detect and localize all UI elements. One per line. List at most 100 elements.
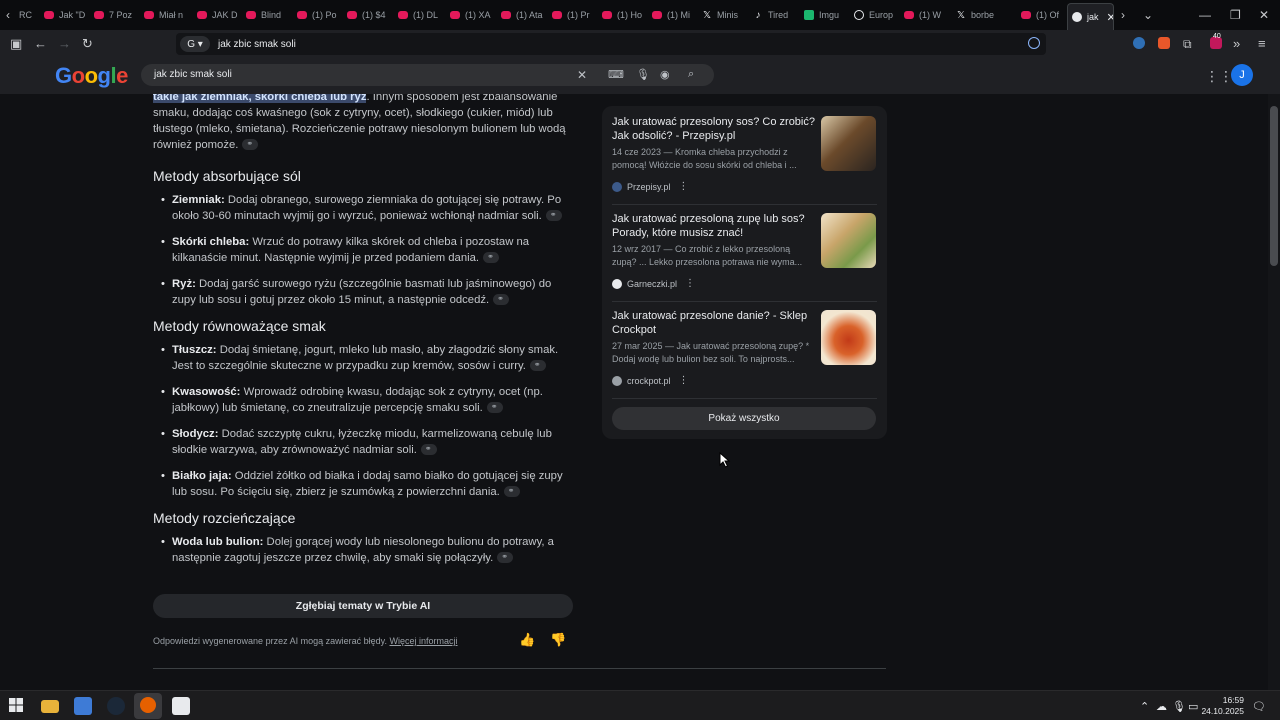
tab-active[interactable]: jak ✕ — [1067, 3, 1114, 30]
source-link-icon[interactable] — [529, 357, 546, 373]
tab-scroll-right-icon[interactable]: › — [1121, 8, 1125, 22]
browser-tab[interactable]: (1) Mi — [648, 3, 696, 27]
browser-tab[interactable]: Imgu — [800, 3, 848, 27]
browser-tab[interactable]: (1) Ho — [598, 3, 646, 27]
keyboard-icon[interactable]: ⌨ — [608, 68, 624, 81]
browser-tab[interactable]: Blind — [242, 3, 290, 27]
browser-tab[interactable]: 𝕏borbe — [952, 3, 1012, 27]
show-all-button[interactable]: Pokaż wszystko — [612, 407, 876, 430]
source-title[interactable]: Jak uratować przesoloną zupę lub sos? Po… — [612, 213, 817, 240]
browser-tab[interactable]: RC — [15, 3, 39, 27]
ai-bullet-item: Słodycz: Dodać szczyptę cukru, łyżeczkę … — [161, 426, 576, 458]
sidebar-toggle-icon[interactable]: ▣ — [10, 36, 22, 52]
source-site[interactable]: Przepisy.pl ⋮ — [612, 181, 688, 192]
clear-icon[interactable]: ✕ — [577, 68, 587, 82]
tab-scroll-left-icon[interactable]: ‹ — [6, 8, 10, 22]
browser-tab[interactable]: (1) Po — [293, 3, 341, 27]
avatar[interactable]: J — [1231, 64, 1253, 86]
search-engine-chip[interactable]: G ▾ — [180, 36, 210, 52]
more-info-link[interactable]: Więcej informacji — [389, 636, 457, 646]
ai-intro-highlight: takie jak ziemniak, skórki chleba lub ry… — [153, 94, 367, 103]
menu-icon[interactable]: ≡ — [1258, 36, 1266, 52]
address-bar[interactable]: G ▾ jak zbic smak soli — [176, 33, 1046, 55]
more-options-icon[interactable]: ⋮ — [678, 181, 688, 192]
address-text[interactable]: jak zbic smak soli — [218, 39, 296, 50]
browser-tab[interactable]: Europ — [850, 3, 898, 27]
source-thumbnail[interactable] — [821, 116, 876, 171]
source-site[interactable]: Garneczki.pl ⋮ — [612, 278, 695, 289]
browser-tab[interactable]: Miał n — [140, 3, 188, 27]
extensions-icon[interactable]: ⧉ — [1183, 36, 1192, 52]
source-item[interactable]: Jak uratować przesolony sos? Co zrobić? … — [612, 116, 877, 206]
browser-tab[interactable]: (1) Of — [1017, 3, 1065, 27]
thumbs-down-icon[interactable]: 👎 — [550, 632, 566, 648]
browser-tab[interactable]: Jak "D — [40, 3, 88, 27]
file-explorer-icon[interactable] — [41, 700, 59, 713]
search-input[interactable]: jak zbic smak soli — [154, 69, 232, 80]
browser-tab[interactable]: 𝕏 Minis — [698, 3, 746, 27]
search-box[interactable]: jak zbic smak soli ✕ ⌨ 🎙 ◉ ⌕ — [141, 64, 714, 86]
forward-icon[interactable]: → — [58, 36, 71, 52]
notifications-icon[interactable]: 🗨 — [1252, 700, 1266, 713]
source-item[interactable]: Jak uratować przesoloną zupę lub sos? Po… — [612, 213, 877, 303]
tab-list-dropdown-icon[interactable]: ⌄ — [1143, 8, 1153, 22]
source-link-icon[interactable] — [493, 291, 510, 307]
browser-tab[interactable]: (1) Ata — [497, 3, 545, 27]
source-thumbnail[interactable] — [821, 213, 876, 268]
overflow-chevron-icon[interactable]: » — [1233, 36, 1240, 52]
steam-icon[interactable] — [107, 697, 125, 715]
app-taskbar-icon[interactable] — [172, 697, 190, 715]
search-icon[interactable]: ⌕ — [688, 68, 694, 81]
page-scrollbar[interactable] — [1268, 94, 1280, 690]
shield-extension-icon[interactable] — [1133, 37, 1145, 49]
source-thumbnail[interactable] — [821, 310, 876, 365]
browser-tab[interactable]: (1) Pr — [548, 3, 596, 27]
browser-tab[interactable]: (1) XA — [446, 3, 494, 27]
microphone-tray-icon[interactable]: 🎙 — [1172, 700, 1186, 713]
youtube-icon — [552, 11, 562, 19]
source-link-icon[interactable] — [483, 249, 500, 265]
thumbs-up-icon[interactable]: 👍 — [519, 632, 535, 648]
source-link-icon[interactable] — [497, 549, 514, 565]
source-link-icon[interactable] — [242, 136, 259, 152]
back-icon[interactable]: ← — [34, 36, 47, 52]
browser-tab[interactable]: (1) DL — [394, 3, 442, 27]
more-options-icon[interactable]: ⋮ — [685, 278, 695, 289]
tab-close-icon[interactable]: ✕ — [1107, 11, 1113, 24]
network-icon[interactable]: ▭ — [1188, 700, 1198, 713]
more-options-icon[interactable]: ⋮ — [679, 375, 689, 386]
browser-tab[interactable]: (1) $4 — [343, 3, 391, 27]
browser-tab[interactable]: 7 Poz — [90, 3, 138, 27]
ai-bullet-text: Dodaj obranego, surowego ziemniaka do go… — [172, 194, 562, 222]
ai-mode-button[interactable]: Zgłębiaj tematy w Trybie AI — [153, 594, 573, 618]
close-window-icon[interactable]: ✕ — [1259, 8, 1269, 22]
source-site[interactable]: crockpot.pl ⋮ — [612, 375, 689, 386]
source-link-icon[interactable] — [486, 399, 503, 415]
lens-icon[interactable]: ◉ — [660, 68, 670, 81]
tray-chevron-icon[interactable]: ⌃ — [1140, 700, 1149, 713]
firefox-taskbar-button[interactable] — [134, 693, 162, 719]
clock[interactable]: 16:59 24.10.2025 — [1200, 695, 1244, 717]
minimize-icon[interactable]: — — [1199, 8, 1211, 22]
source-link-icon[interactable] — [545, 207, 562, 223]
browser-tab[interactable]: ♪ Tired — [749, 3, 797, 27]
source-title[interactable]: Jak uratować przesolony sos? Co zrobić? … — [612, 116, 817, 143]
reload-icon[interactable]: ↻ — [82, 36, 93, 52]
cloud-icon[interactable]: ☁ — [1156, 700, 1167, 713]
browser-tab[interactable]: (1) W — [900, 3, 948, 27]
start-icon[interactable] — [8, 697, 26, 715]
remote-desktop-icon[interactable] — [74, 697, 92, 715]
fox-extension-icon[interactable] — [1158, 37, 1170, 49]
google-logo[interactable]: Google — [55, 63, 128, 89]
source-link-icon[interactable] — [503, 483, 520, 499]
restore-icon[interactable]: ❐ — [1230, 8, 1241, 22]
scrollbar-thumb[interactable] — [1270, 106, 1278, 266]
site-info-icon[interactable] — [1028, 37, 1040, 49]
source-item[interactable]: Jak uratować przesolone danie? - Sklep C… — [612, 310, 877, 400]
imgur-icon — [804, 10, 814, 20]
browser-tab[interactable]: JAK D — [193, 3, 241, 27]
source-link-icon[interactable] — [420, 441, 437, 457]
ai-sections: Metody absorbujące sól Ziemniak: Dodaj ob… — [153, 168, 576, 566]
microphone-icon[interactable]: 🎙 — [636, 68, 650, 81]
source-title[interactable]: Jak uratować przesolone danie? - Sklep C… — [612, 310, 817, 337]
